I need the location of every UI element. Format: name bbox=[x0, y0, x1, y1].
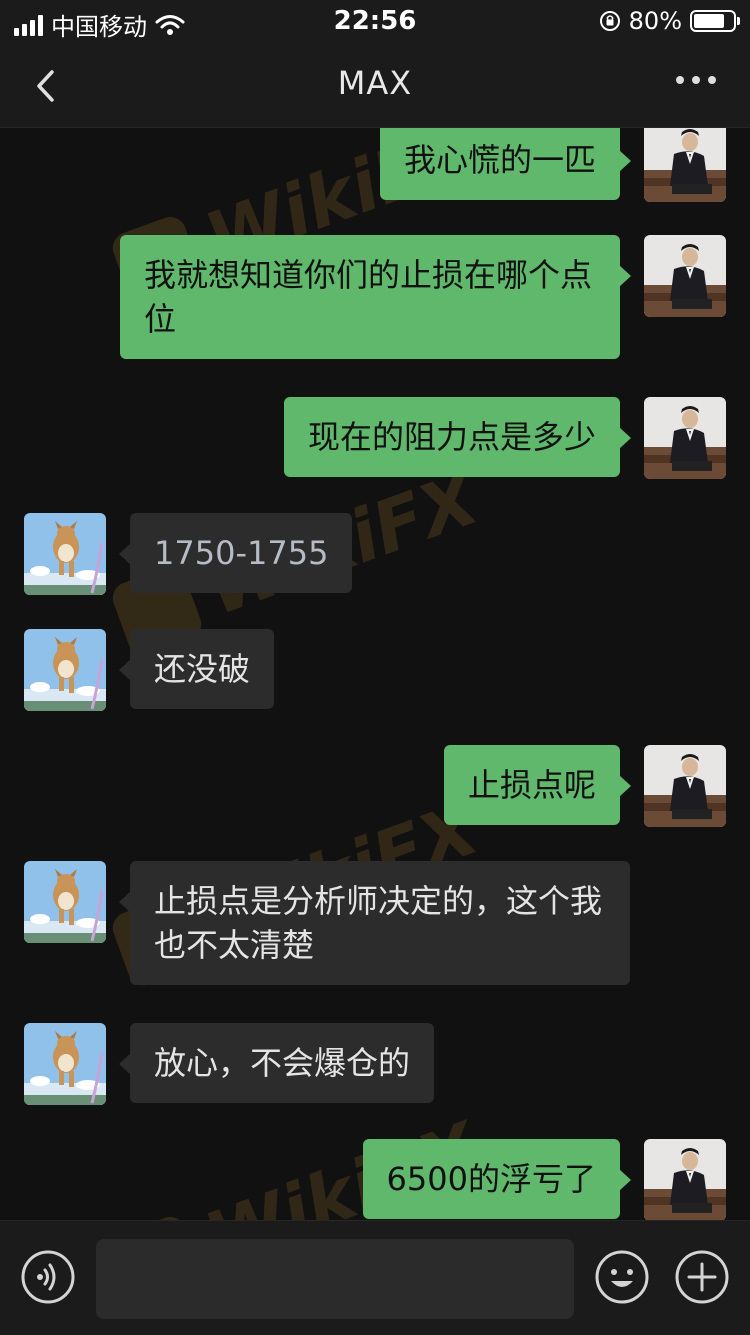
message-text: 我心慌的一匹 bbox=[403, 141, 596, 179]
watermark-logo-icon bbox=[108, 1212, 206, 1220]
message-input[interactable] bbox=[96, 1239, 574, 1319]
message-bubble[interactable]: 止损点是分析师决定的，这个我也不太清楚 bbox=[119, 861, 630, 985]
battery-icon bbox=[690, 10, 740, 32]
message-bubble[interactable]: 我就想知道你们的止损在哪个点位 bbox=[120, 235, 631, 359]
message-text: 6500的浮亏了 bbox=[386, 1160, 596, 1198]
message-bubble[interactable]: 还没破 bbox=[118, 629, 275, 709]
battery-percent: 80% bbox=[628, 7, 682, 35]
message-text: 止损点呢 bbox=[467, 766, 596, 804]
nav-bar: MAX bbox=[0, 44, 750, 128]
input-bar bbox=[0, 1220, 750, 1335]
status-right: 80% bbox=[599, 7, 740, 35]
avatar[interactable] bbox=[644, 745, 726, 827]
chat-area[interactable]: WikiFX WikiFX WikiFX WikiFX 我心慌的一匹 我就想知道… bbox=[0, 128, 750, 1220]
status-bar: 中国移动 22:56 80% bbox=[0, 0, 750, 44]
message-text: 1750-1755 bbox=[154, 534, 329, 572]
emoji-icon[interactable] bbox=[595, 1250, 649, 1304]
voice-icon[interactable] bbox=[21, 1250, 75, 1304]
message-bubble[interactable]: 1750-1755 bbox=[118, 513, 353, 593]
message-text: 止损点是分析师决定的，这个我也不太清楚 bbox=[154, 882, 603, 964]
message-text: 现在的阻力点是多少 bbox=[307, 418, 596, 456]
more-dots-icon[interactable] bbox=[676, 76, 716, 84]
avatar[interactable] bbox=[644, 1139, 726, 1220]
orientation-lock-icon bbox=[599, 11, 620, 31]
battery-fill bbox=[694, 14, 725, 28]
avatar[interactable] bbox=[24, 1023, 106, 1105]
avatar[interactable] bbox=[24, 861, 106, 943]
message-bubble[interactable]: 现在的阻力点是多少 bbox=[283, 397, 632, 477]
message-bubble[interactable]: 放心，不会爆仓的 bbox=[118, 1023, 435, 1103]
message-bubble[interactable]: 我心慌的一匹 bbox=[379, 128, 632, 200]
message-text: 我就想知道你们的止损在哪个点位 bbox=[144, 256, 593, 338]
message-text: 放心，不会爆仓的 bbox=[154, 1044, 411, 1082]
avatar[interactable] bbox=[644, 235, 726, 317]
avatar[interactable] bbox=[24, 629, 106, 711]
avatar[interactable] bbox=[644, 128, 726, 202]
avatar[interactable] bbox=[644, 397, 726, 479]
message-bubble[interactable]: 止损点呢 bbox=[443, 745, 632, 825]
message-text: 还没破 bbox=[154, 650, 251, 688]
plus-icon[interactable] bbox=[675, 1250, 729, 1304]
chat-title: MAX bbox=[337, 64, 413, 102]
avatar[interactable] bbox=[24, 513, 106, 595]
message-bubble[interactable]: 6500的浮亏了 bbox=[362, 1139, 632, 1219]
